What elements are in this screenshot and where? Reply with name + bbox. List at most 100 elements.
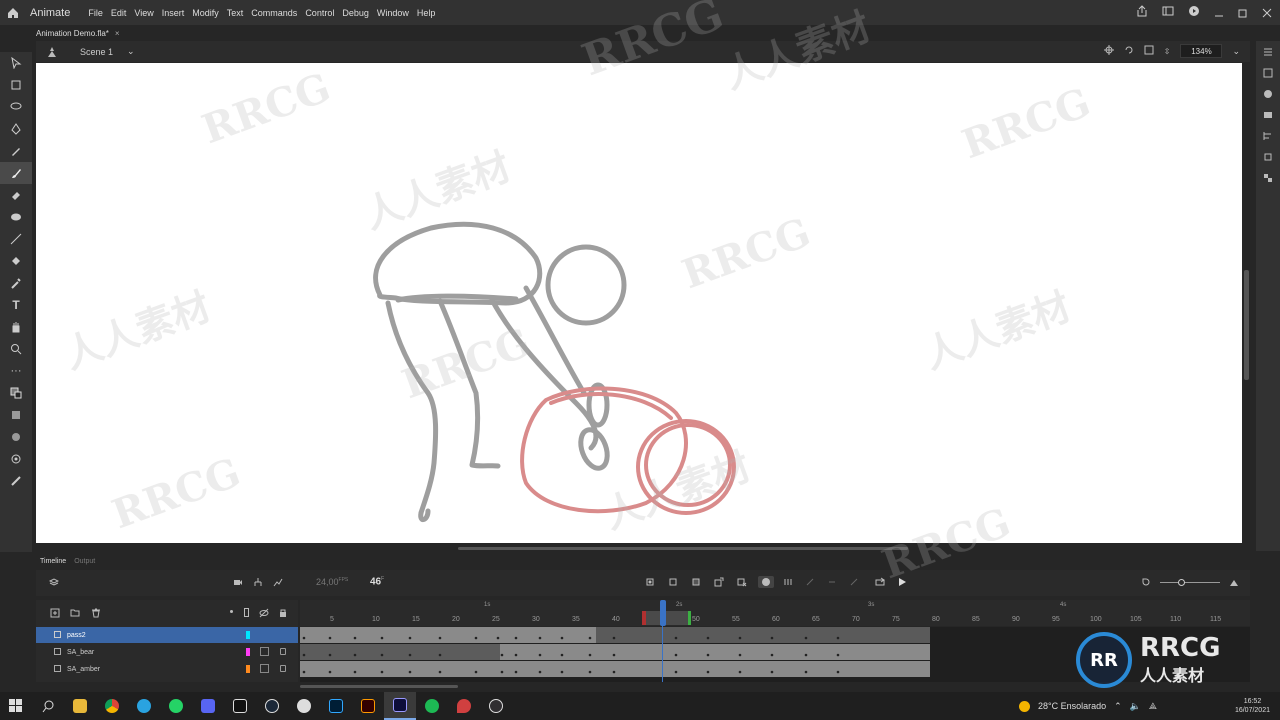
- panel-layout-icon[interactable]: [1162, 5, 1174, 20]
- trash-icon[interactable]: [91, 608, 101, 621]
- hand-tool-icon[interactable]: [0, 316, 32, 338]
- layer-color-swatch[interactable]: [246, 648, 250, 656]
- app-icon[interactable]: [288, 692, 320, 720]
- layer-color-swatch[interactable]: [246, 665, 250, 673]
- network-icon[interactable]: ⟁: [1149, 701, 1157, 712]
- pen-tool-icon[interactable]: [0, 118, 32, 140]
- zoom-tool-icon[interactable]: [0, 338, 32, 360]
- selection-tool-icon[interactable]: [0, 52, 32, 74]
- tab-output[interactable]: Output: [74, 558, 95, 565]
- current-frame[interactable]: 46: [370, 576, 381, 587]
- onion-skin-icon[interactable]: [758, 576, 774, 588]
- outline-toggle-icon[interactable]: [244, 608, 249, 617]
- paint-bucket-icon[interactable]: [0, 250, 32, 272]
- test-movie-icon[interactable]: [1188, 5, 1200, 20]
- illustrator-icon[interactable]: [352, 692, 384, 720]
- home-icon[interactable]: [2, 0, 24, 25]
- slider-handle[interactable]: [1178, 579, 1185, 586]
- photoshop-icon[interactable]: [320, 692, 352, 720]
- layer-name[interactable]: SA_bear: [67, 649, 94, 656]
- menu-commands[interactable]: Commands: [251, 8, 297, 18]
- horizontal-scrollbar[interactable]: [458, 547, 908, 550]
- assets-icon[interactable]: [1256, 83, 1280, 104]
- epic-games-icon[interactable]: [224, 692, 256, 720]
- stage-canvas[interactable]: [36, 63, 1242, 543]
- properties-icon[interactable]: [1256, 41, 1280, 62]
- lock-icon[interactable]: [280, 648, 286, 655]
- playhead[interactable]: [660, 600, 666, 682]
- object-drawing-icon[interactable]: [0, 404, 32, 426]
- restore-icon[interactable]: [1238, 8, 1248, 18]
- document-tab[interactable]: Animation Demo.fla* ×: [36, 26, 120, 40]
- close-window-icon[interactable]: [1262, 8, 1272, 18]
- tab-timeline[interactable]: Timeline: [40, 558, 66, 565]
- animate-taskbar-icon[interactable]: [384, 692, 416, 720]
- onion-end-marker[interactable]: [688, 611, 691, 625]
- playhead-handle[interactable]: [660, 600, 666, 626]
- weather-text[interactable]: 28°C Ensolarado: [1038, 701, 1106, 711]
- new-folder-icon[interactable]: [70, 608, 80, 621]
- close-tab-icon[interactable]: ×: [115, 29, 120, 38]
- graph-icon[interactable]: [272, 576, 284, 588]
- clock[interactable]: 16:52 16/07/2021: [1235, 697, 1270, 715]
- layer-color-swatch[interactable]: [246, 631, 250, 639]
- insert-frame-icon[interactable]: [690, 576, 702, 588]
- zoom-field[interactable]: 134%: [1180, 44, 1223, 58]
- layer-name[interactable]: SA_amber: [67, 666, 100, 673]
- menu-debug[interactable]: Debug: [342, 8, 369, 18]
- outline-icon[interactable]: [260, 647, 269, 656]
- whatsapp-icon[interactable]: [160, 692, 192, 720]
- line-tool-icon[interactable]: [0, 228, 32, 250]
- transform-icon[interactable]: [1256, 146, 1280, 167]
- timeline-zoom-slider[interactable]: [1160, 579, 1220, 586]
- smoothing-icon[interactable]: [0, 470, 32, 492]
- chevron-down-icon[interactable]: ⌄: [127, 46, 135, 57]
- eyedropper-icon[interactable]: [0, 272, 32, 294]
- insert-keyframe-icon[interactable]: [644, 576, 656, 588]
- menu-text[interactable]: Text: [227, 8, 244, 18]
- layer-parenting-icon[interactable]: [252, 576, 264, 588]
- menu-modify[interactable]: Modify: [192, 8, 219, 18]
- mountain-icon[interactable]: [1228, 576, 1240, 588]
- zoom-stepper-icon[interactable]: ⇳: [1164, 47, 1171, 56]
- menu-view[interactable]: View: [134, 8, 153, 18]
- sync-icon[interactable]: [848, 576, 860, 588]
- fps-value[interactable]: 24,00: [316, 577, 339, 587]
- layer-row-pass2[interactable]: pass2: [36, 627, 298, 643]
- loop-icon[interactable]: [826, 576, 838, 588]
- layer-name[interactable]: pass2: [67, 632, 86, 639]
- frame-ruler[interactable]: 1s 2s 3s 4s 5 10 15 20 25 30 35 40 45 50…: [300, 600, 1250, 626]
- pressure-icon[interactable]: [0, 448, 32, 470]
- brush-icon[interactable]: [0, 162, 32, 184]
- rotate-stage-icon[interactable]: [1124, 45, 1134, 58]
- edit-multiple-frames-icon[interactable]: [804, 576, 816, 588]
- menu-help[interactable]: Help: [417, 8, 436, 18]
- minimize-icon[interactable]: [1214, 8, 1224, 18]
- lock-icon[interactable]: [280, 665, 286, 672]
- clear-keyframe-icon[interactable]: [736, 576, 748, 588]
- layers-stack-icon[interactable]: [48, 576, 60, 588]
- visibility-icon[interactable]: [259, 608, 269, 621]
- telegram-icon[interactable]: [128, 692, 160, 720]
- color-icon[interactable]: [1256, 104, 1280, 125]
- steam-icon[interactable]: [256, 692, 288, 720]
- obs-icon[interactable]: [480, 692, 512, 720]
- camera-icon[interactable]: [232, 576, 244, 588]
- outline-icon[interactable]: [260, 664, 269, 673]
- onion-outlines-icon[interactable]: [782, 576, 794, 588]
- play-icon[interactable]: [896, 576, 908, 588]
- vertical-scrollbar[interactable]: [1244, 270, 1249, 380]
- edit-scene-icon[interactable]: [46, 46, 58, 61]
- pin-icon[interactable]: [448, 692, 480, 720]
- menu-insert[interactable]: Insert: [162, 8, 185, 18]
- center-stage-icon[interactable]: [1103, 44, 1114, 58]
- lock-all-icon[interactable]: [278, 608, 288, 621]
- loop-playback-icon[interactable]: [874, 576, 886, 588]
- more-tools-icon[interactable]: ···: [0, 360, 32, 382]
- file-explorer-icon[interactable]: [64, 692, 96, 720]
- menu-window[interactable]: Window: [377, 8, 409, 18]
- pencil-icon[interactable]: [0, 140, 32, 162]
- text-tool-icon[interactable]: T: [0, 294, 32, 316]
- menu-control[interactable]: Control: [305, 8, 334, 18]
- search-icon[interactable]: [32, 692, 64, 720]
